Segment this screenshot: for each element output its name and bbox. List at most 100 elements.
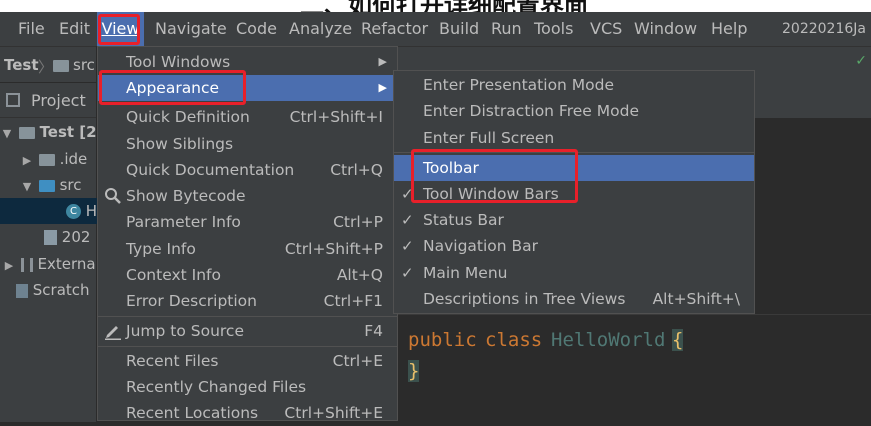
menu-item-presentation-mode[interactable]: Enter Presentation Mode — [394, 72, 754, 98]
menu-item-distraction-free[interactable]: Enter Distraction Free Mode — [394, 98, 754, 124]
check-icon: ✓ — [401, 264, 414, 282]
menu-item-show-siblings[interactable]: Show Siblings — [98, 131, 397, 157]
tree-item-external-libraries[interactable]: ▶ Externa — [0, 251, 98, 277]
bytecode-icon — [104, 187, 122, 205]
class-icon: C — [66, 204, 81, 219]
menu-item-label: Recent Locations — [126, 404, 259, 422]
menu-item-navigation-bar[interactable]: ✓ Navigation Bar — [394, 233, 754, 259]
folder-icon — [38, 179, 55, 192]
library-icon — [20, 257, 33, 272]
code-keyword-public: public — [408, 329, 477, 351]
pencil-icon — [104, 322, 122, 340]
menu-help[interactable]: Help — [711, 12, 747, 46]
menu-analyze[interactable]: Analyze — [289, 12, 352, 46]
annotation-appearance-box — [99, 70, 246, 105]
code-keyword-class: class — [485, 329, 543, 351]
menu-item-label: Show Siblings — [126, 135, 234, 153]
tree-label: .ide — [59, 150, 88, 168]
folder-icon — [18, 126, 35, 139]
tree-label: src — [59, 176, 82, 194]
menu-item-label: Recent Files — [126, 352, 219, 370]
menu-item-parameter-info[interactable]: Parameter Info Ctrl+P — [98, 209, 397, 235]
menu-item-shortcut: F4 — [364, 322, 383, 340]
menu-vcs[interactable]: VCS — [590, 12, 622, 46]
menu-item-label: Enter Full Screen — [423, 129, 555, 147]
menu-item-descriptions-tree[interactable]: Descriptions in Tree Views Alt+Shift+\ — [394, 286, 754, 312]
menu-item-type-info[interactable]: Type Info Ctrl+Shift+P — [98, 236, 397, 262]
nav-project[interactable]: Test — [4, 56, 39, 74]
chevron-right-icon[interactable]: ▶ — [2, 253, 16, 277]
tree-label: 202 — [61, 228, 91, 246]
menu-item-error-description[interactable]: Error Description Ctrl+F1 — [98, 288, 397, 314]
menu-item-shortcut: Ctrl+E — [332, 352, 383, 370]
menu-item-recent-files[interactable]: Recent Files Ctrl+E — [98, 348, 397, 374]
nav-separator: 〉 — [38, 58, 54, 76]
tree-item-test[interactable]: ▼ Test [2 — [0, 119, 96, 145]
check-icon: ✓ — [401, 237, 414, 255]
chevron-down-icon[interactable]: ▼ — [0, 121, 14, 145]
menu-item-quick-definition[interactable]: Quick Definition Ctrl+Shift+I — [98, 104, 397, 130]
menu-item-context-info[interactable]: Context Info Alt+Q — [98, 262, 397, 288]
menu-item-shortcut: Ctrl+Shift+E — [284, 404, 383, 422]
menu-item-show-bytecode[interactable]: Show Bytecode — [98, 183, 397, 209]
project-pane-title[interactable]: Project — [31, 91, 86, 110]
menu-window[interactable]: Window — [634, 12, 697, 46]
menu-item-full-screen[interactable]: Enter Full Screen — [394, 125, 754, 151]
scratch-icon — [16, 283, 28, 298]
chevron-right-icon: ▶ — [378, 55, 387, 68]
menu-item-label: Recently Changed Files — [126, 378, 307, 396]
banner-title: 二、如何打开详细配置界面 — [300, 0, 588, 12]
build-check-icon[interactable]: ✓ — [855, 53, 867, 69]
menu-item-label: Enter Distraction Free Mode — [423, 102, 639, 120]
navigation-bar: Test 〉 src — [0, 46, 96, 83]
file-icon — [44, 230, 57, 245]
menu-item-label: Navigation Bar — [423, 237, 539, 255]
menu-code[interactable]: Code — [236, 12, 277, 46]
chevron-right-icon[interactable]: ▶ — [20, 148, 34, 172]
tree-label: Test [2 — [39, 123, 96, 141]
menu-item-recently-changed-files[interactable]: Recently Changed Files — [98, 374, 397, 400]
menu-item-status-bar[interactable]: ✓ Status Bar — [394, 207, 754, 233]
menu-item-jump-to-source[interactable]: Jump to Source F4 — [98, 318, 397, 344]
annotation-toolbar-box — [411, 149, 578, 203]
tree-item-scratches[interactable]: Scratch — [0, 277, 112, 303]
code-open-brace: { — [672, 329, 684, 351]
menu-item-label: Parameter Info — [126, 213, 241, 231]
menu-item-label: Quick Definition — [126, 108, 250, 126]
check-icon: ✓ — [401, 211, 414, 229]
menu-file[interactable]: File — [18, 12, 45, 46]
menu-build[interactable]: Build — [439, 12, 479, 46]
menu-item-recent-locations[interactable]: Recent Locations Ctrl+Shift+E — [98, 400, 397, 426]
menu-separator — [98, 346, 397, 347]
menu-navigate[interactable]: Navigate — [155, 12, 227, 46]
menu-item-label: Main Menu — [423, 264, 508, 282]
menu-item-label: Error Description — [126, 292, 257, 310]
tree-label: Scratch — [32, 281, 90, 299]
project-pane-header: Project — [0, 83, 96, 118]
menu-item-quick-documentation[interactable]: Quick Documentation Ctrl+Q — [98, 157, 397, 183]
folder-icon — [53, 60, 69, 72]
menu-item-shortcut: Alt+Shift+\ — [652, 290, 740, 308]
menu-refactor[interactable]: Refactor — [361, 12, 428, 46]
menu-item-label: Enter Presentation Mode — [423, 76, 615, 94]
menu-item-label: Context Info — [126, 266, 221, 284]
menu-run[interactable]: Run — [491, 12, 522, 46]
menu-edit[interactable]: Edit — [59, 12, 90, 46]
nav-src[interactable]: src — [73, 56, 95, 74]
menu-item-shortcut: Ctrl+P — [333, 213, 383, 231]
menu-item-main-menu[interactable]: ✓ Main Menu — [394, 260, 754, 286]
project-pane: Project ▼ Test [2 ▶ .ide ▼ src C H 202 ▶… — [0, 82, 162, 422]
menu-item-label: Quick Documentation — [126, 161, 295, 179]
menu-separator — [98, 316, 397, 317]
chevron-down-icon[interactable]: ▼ — [20, 174, 34, 198]
menu-tools[interactable]: Tools — [534, 12, 573, 46]
window-project-title: 20220216Ja — [782, 21, 866, 37]
menu-item-shortcut: Ctrl+Shift+P — [284, 240, 383, 258]
tree-label: Externa — [37, 255, 96, 273]
menu-item-shortcut: Alt+Q — [336, 266, 383, 284]
code-class-name: HelloWorld — [551, 329, 666, 351]
chevron-right-icon: ▶ — [378, 81, 387, 94]
menu-item-shortcut: Ctrl+Shift+I — [289, 108, 383, 126]
tree-label: H — [85, 202, 98, 220]
menu-item-label: Descriptions in Tree Views — [423, 290, 626, 308]
